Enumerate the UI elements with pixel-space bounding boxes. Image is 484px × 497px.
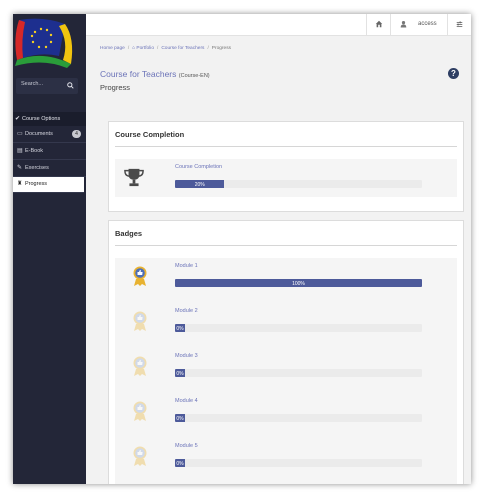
progress-text: 0%: [176, 370, 184, 377]
divider: [115, 245, 457, 246]
completion-progress-bar: 20%: [175, 180, 422, 188]
medal-icon: [133, 311, 147, 331]
medal-icon: [133, 356, 147, 376]
edit-icon: ✎: [17, 165, 23, 171]
logo[interactable]: [13, 14, 86, 70]
home-icon: [375, 20, 383, 28]
progress-fill: 0%: [175, 459, 185, 467]
badge-row: Module 4 0%: [115, 393, 457, 438]
panel-title: Course Completion: [115, 130, 185, 139]
course-title[interactable]: Course for Teachers: [100, 69, 176, 79]
medal-icon: [133, 266, 147, 286]
sidebar-item-label: Progress: [25, 181, 48, 187]
course-code: (Course-EN): [178, 73, 210, 79]
medal-icon: [133, 446, 147, 466]
badge-row: Module 3 0%: [115, 348, 457, 393]
badge-label[interactable]: Module 1: [175, 263, 198, 269]
progress-fill: 0%: [175, 324, 185, 332]
home-button[interactable]: [366, 14, 391, 35]
badge-progress-bar: 0%: [175, 459, 422, 467]
progress-text: 0%: [176, 460, 184, 467]
search-input[interactable]: Search...: [16, 78, 78, 94]
settings-menu-button[interactable]: [447, 14, 471, 35]
badge-progress-bar: 0%: [175, 414, 422, 422]
top-bar: access: [86, 14, 471, 36]
divider: [115, 146, 457, 147]
progress-text: 0%: [176, 325, 184, 332]
badges-panel: Badges Module 1 100% Module 2 0% Module …: [108, 220, 464, 484]
progress-fill: 0%: [175, 414, 185, 422]
trophy-icon: [124, 168, 144, 187]
sidebar-item-label: Exercises: [25, 165, 49, 171]
breadcrumb-current: Progress: [211, 46, 231, 51]
trophy-icon: ♜: [17, 181, 23, 187]
badge-progress-bar: 100%: [175, 279, 422, 287]
badge-row: Module 1 100%: [115, 258, 457, 303]
progress-fill: 100%: [175, 279, 422, 287]
book-icon: ▤: [17, 148, 23, 154]
course-options-header[interactable]: ✔ Course Options: [13, 112, 86, 126]
progress-text: 0%: [176, 415, 184, 422]
sidebar-item-exercises[interactable]: ✎ Exercises: [13, 161, 86, 177]
badge-row: Module 5 0%: [115, 438, 457, 483]
help-icon[interactable]: ?: [448, 68, 459, 79]
user-name: access: [418, 21, 437, 27]
medal-icon: [133, 401, 147, 421]
badge-label[interactable]: Module 3: [175, 353, 198, 359]
sidebar: Search... ✔ Course Options ▭ Documents 4…: [13, 14, 86, 484]
documents-count-badge: 4: [72, 130, 81, 138]
badge-row: Module 2 0%: [115, 303, 457, 348]
user-icon: [400, 20, 407, 28]
sidebar-item-ebook[interactable]: ▤ E-Book: [13, 144, 86, 160]
badge-label[interactable]: Module 5: [175, 443, 198, 449]
sidebar-item-documents[interactable]: ▭ Documents 4: [13, 127, 86, 143]
user-menu[interactable]: access: [390, 14, 448, 35]
breadcrumb: Home page / ⌂ Portfolio / Course for Teacher…: [100, 46, 231, 51]
course-options-label: Course Options: [22, 116, 61, 122]
breadcrumb-course[interactable]: Course for Teachers: [161, 46, 204, 51]
progress-fill: 20%: [175, 180, 225, 188]
badge-label[interactable]: Module 2: [175, 308, 198, 314]
folder-icon: ▭: [17, 131, 23, 137]
chevron-down-icon: ✔: [15, 116, 21, 122]
app-window: Search... ✔ Course Options ▭ Documents 4…: [13, 14, 471, 484]
progress-text: 20%: [194, 181, 205, 188]
sidebar-item-progress[interactable]: ♜ Progress: [13, 177, 84, 193]
badges-list: Module 1 100% Module 2 0% Module 3 0% Mo…: [115, 258, 457, 484]
course-completion-panel: Course Completion Course Completion 20%: [108, 121, 464, 212]
panel-title: Badges: [115, 229, 143, 238]
sliders-icon: [456, 21, 463, 28]
badge-progress-bar: 0%: [175, 369, 422, 377]
badge-label[interactable]: Module 4: [175, 398, 198, 404]
completion-row: Course Completion 20%: [115, 159, 457, 197]
breadcrumb-home[interactable]: Home page: [100, 46, 125, 51]
search-icon[interactable]: [67, 82, 74, 89]
search-placeholder: Search...: [21, 81, 44, 87]
page-subtitle: Progress: [100, 83, 131, 92]
sidebar-item-label: E-Book: [25, 148, 44, 154]
page-title: Course for Teachers (Course-EN): [100, 69, 210, 79]
badge-progress-bar: 0%: [175, 324, 422, 332]
sidebar-item-label: Documents: [25, 131, 53, 137]
breadcrumb-portfolio[interactable]: Portfolio: [136, 46, 154, 51]
progress-text: 100%: [292, 280, 305, 287]
progress-fill: 0%: [175, 369, 185, 377]
completion-label[interactable]: Course Completion: [175, 164, 222, 170]
